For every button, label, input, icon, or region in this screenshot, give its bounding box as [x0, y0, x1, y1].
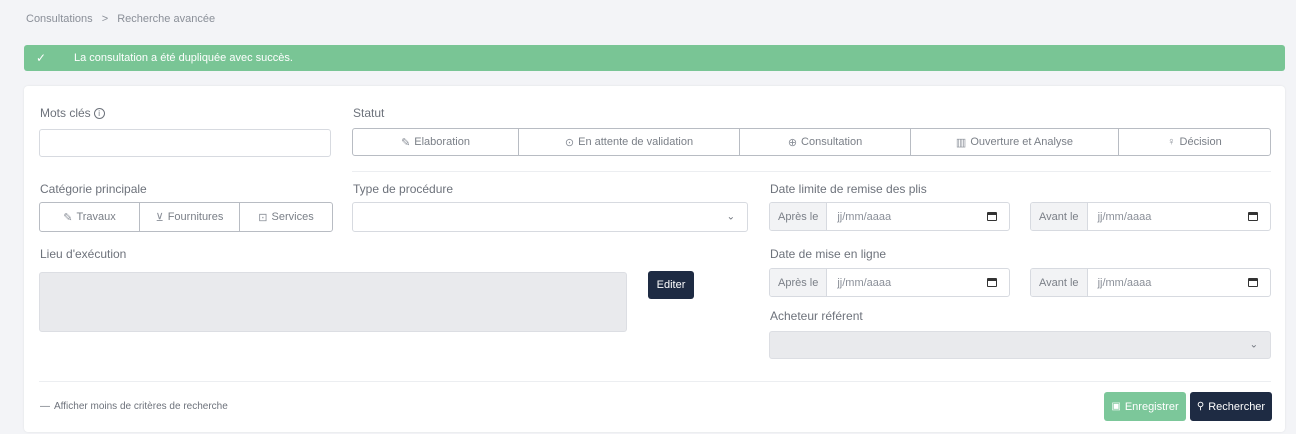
search-button-label: Rechercher	[1208, 400, 1266, 413]
cart-icon: ⊻	[155, 211, 164, 224]
date-mise-after-value: jj/mm/aaaa	[837, 276, 892, 289]
acheteur-label: Acheteur référent	[770, 309, 863, 323]
lieu-label: Lieu d'exécution	[40, 247, 127, 261]
toggle-criteria-link[interactable]: — Afficher moins de critères de recherche	[40, 401, 228, 412]
breadcrumb-root[interactable]: Consultations	[26, 13, 93, 25]
procedure-label: Type de procédure	[353, 182, 454, 196]
procedure-select[interactable]: ⌄	[352, 202, 748, 232]
lieu-field	[39, 272, 627, 332]
date-mise-before-prefix: Avant le	[1031, 269, 1088, 296]
check-circle-icon: ⊙	[564, 136, 575, 149]
divider-top	[352, 171, 1271, 172]
save-button-label: Enregistrer	[1124, 400, 1179, 413]
briefcase-icon: ⊡	[258, 211, 268, 224]
categorie-fournitures-label: Fournitures	[167, 211, 224, 223]
statut-decision-label: Décision	[1179, 136, 1222, 148]
toggle-criteria-label: Afficher moins de critères de recherche	[54, 401, 228, 412]
date-mise-after-prefix: Après le	[770, 269, 828, 296]
date-limite-after-prefix: Après le	[770, 203, 828, 230]
categorie-travaux[interactable]: ✎ Travaux	[40, 203, 139, 231]
date-mise-before-field[interactable]: Avant le jj/mm/aaaa	[1030, 268, 1271, 297]
calendar-icon[interactable]	[987, 212, 997, 221]
categorie-group: ✎ Travaux ⊻ Fournitures ⊡ Services	[39, 202, 333, 232]
minus-icon: —	[40, 401, 50, 412]
categorie-fournitures[interactable]: ⊻ Fournitures	[139, 203, 239, 231]
chevron-down-icon: ⌄	[726, 211, 735, 223]
pencil-icon: ✎	[401, 136, 411, 149]
divider-bottom	[39, 381, 1271, 382]
search-form-card: Mots clés i Statut ✎ Elaboration ⊙ En atten…	[24, 86, 1285, 432]
chevron-down-icon: ⌄	[1249, 339, 1258, 351]
keywords-label-text: Mots clés	[40, 106, 91, 120]
statut-label: Statut	[353, 106, 385, 120]
bar-chart-icon: ▥	[955, 136, 967, 149]
breadcrumb: Consultations > Recherche avancée	[26, 13, 215, 25]
globe-icon: ⊕	[787, 136, 798, 149]
save-button[interactable]: ▣ Enregistrer	[1104, 392, 1186, 421]
keywords-input[interactable]	[39, 129, 331, 157]
search-icon: ⚲	[1196, 401, 1205, 412]
date-limite-before-value: jj/mm/aaaa	[1097, 210, 1152, 223]
statut-elaboration[interactable]: ✎ Elaboration	[353, 129, 518, 155]
statut-consultation[interactable]: ⊕ Consultation	[739, 129, 910, 155]
award-icon: ♀	[1167, 136, 1176, 148]
statut-ouverture[interactable]: ▥ Ouverture et Analyse	[910, 129, 1118, 155]
check-icon: ✓	[36, 51, 47, 65]
success-alert: ✓ La consultation a été dupliquée avec s…	[24, 45, 1285, 71]
date-limite-after-field[interactable]: Après le jj/mm/aaaa	[769, 202, 1010, 231]
statut-group: ✎ Elaboration ⊙ En attente de validation ⊕…	[352, 128, 1271, 156]
statut-ouverture-label: Ouverture et Analyse	[970, 136, 1074, 148]
search-button[interactable]: ⚲ Rechercher	[1190, 392, 1272, 421]
date-mise-after-field[interactable]: Après le jj/mm/aaaa	[769, 268, 1010, 297]
statut-decision[interactable]: ♀ Décision	[1118, 129, 1270, 155]
pencil-icon: ✎	[63, 211, 73, 224]
categorie-services-label: Services	[271, 211, 314, 223]
keywords-label: Mots clés i	[40, 106, 105, 120]
date-limite-before-prefix: Avant le	[1031, 203, 1088, 230]
date-mise-en-ligne-label: Date de mise en ligne	[770, 247, 887, 261]
save-icon: ▣	[1111, 401, 1121, 412]
alert-message: La consultation a été dupliquée avec suc…	[74, 52, 293, 64]
date-limite-before-field[interactable]: Avant le jj/mm/aaaa	[1030, 202, 1271, 231]
statut-consultation-label: Consultation	[801, 136, 863, 148]
statut-elaboration-label: Elaboration	[414, 136, 470, 148]
breadcrumb-current: Recherche avancée	[117, 13, 216, 25]
categorie-travaux-label: Travaux	[76, 211, 116, 223]
categorie-services[interactable]: ⊡ Services	[239, 203, 332, 231]
acheteur-select[interactable]: ⌄	[769, 331, 1271, 359]
calendar-icon[interactable]	[1248, 278, 1258, 287]
calendar-icon[interactable]	[1248, 212, 1258, 221]
date-limite-label: Date limite de remise des plis	[770, 182, 927, 196]
statut-en-attente[interactable]: ⊙ En attente de validation	[518, 129, 739, 155]
breadcrumb-separator: >	[101, 13, 109, 25]
date-limite-after-value: jj/mm/aaaa	[837, 210, 892, 223]
date-mise-before-value: jj/mm/aaaa	[1097, 276, 1152, 289]
statut-en-attente-label: En attente de validation	[578, 136, 694, 148]
categorie-label: Catégorie principale	[40, 182, 147, 196]
calendar-icon[interactable]	[987, 278, 997, 287]
edit-lieu-button[interactable]: Editer	[648, 271, 694, 299]
info-icon[interactable]: i	[93, 108, 105, 120]
